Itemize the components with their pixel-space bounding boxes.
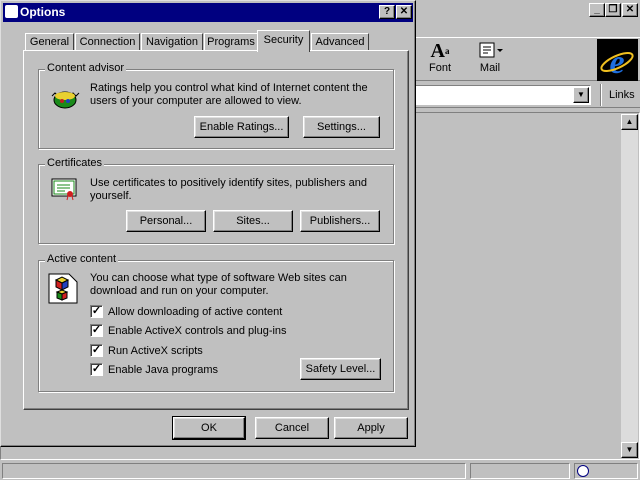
content-advisor-text: Ratings help you control what kind of In… bbox=[90, 82, 368, 107]
enable-ratings-button[interactable]: Enable Ratings... bbox=[194, 116, 289, 138]
ratings-icon bbox=[49, 84, 81, 109]
active-content-title: Active content bbox=[45, 253, 119, 265]
status-pane-main bbox=[2, 463, 466, 479]
ratings-settings-button[interactable]: Settings... bbox=[303, 116, 380, 138]
personal-certificates-button[interactable]: Personal... bbox=[126, 210, 206, 232]
close-window-button[interactable]: ✕ bbox=[622, 3, 638, 17]
allow-downloading-label[interactable]: Allow downloading of active content bbox=[108, 306, 282, 318]
tab-programs[interactable]: Programs bbox=[204, 33, 258, 51]
links-button[interactable]: Links bbox=[609, 89, 635, 101]
help-button[interactable]: ? bbox=[379, 5, 395, 19]
tab-navigation[interactable]: Navigation bbox=[141, 33, 203, 51]
ie-logo-icon: e bbox=[597, 39, 638, 81]
allow-downloading-checkbox[interactable]: ✓ bbox=[90, 305, 103, 318]
enable-activex-label[interactable]: Enable ActiveX controls and plug-ins bbox=[108, 325, 287, 337]
content-advisor-group: Content advisor Ratings help you control… bbox=[38, 62, 394, 149]
dialog-close-button[interactable]: ✕ bbox=[396, 5, 412, 19]
enable-java-label[interactable]: Enable Java programs bbox=[108, 364, 218, 376]
cancel-button[interactable]: Cancel bbox=[255, 417, 329, 439]
status-pane-zone bbox=[574, 463, 638, 479]
tab-security[interactable]: Security bbox=[257, 30, 310, 52]
dialog-title-bar[interactable]: Options ? ✕ bbox=[3, 3, 413, 22]
sites-certificates-button[interactable]: Sites... bbox=[213, 210, 293, 232]
mail-icon bbox=[468, 40, 512, 62]
svg-text:e: e bbox=[609, 44, 624, 81]
active-content-icon bbox=[47, 271, 79, 305]
vertical-scrollbar[interactable] bbox=[621, 114, 638, 458]
mail-button[interactable]: Mail bbox=[468, 40, 512, 80]
run-activex-scripts-checkbox[interactable]: ✓ bbox=[90, 344, 103, 357]
scroll-up-arrow[interactable]: ▲ bbox=[621, 114, 638, 130]
enable-java-checkbox[interactable]: ✓ bbox=[90, 363, 103, 376]
certificate-icon bbox=[51, 177, 79, 201]
tab-advanced[interactable]: Advanced bbox=[311, 33, 369, 51]
status-pane-2 bbox=[470, 463, 570, 479]
mail-label: Mail bbox=[479, 62, 501, 74]
run-activex-scripts-label[interactable]: Run ActiveX scripts bbox=[108, 345, 203, 357]
certificates-group: Certificates Use certificates to positiv… bbox=[38, 157, 394, 244]
zone-icon bbox=[577, 465, 589, 477]
active-content-text: You can choose what type of software Web… bbox=[90, 272, 347, 297]
apply-button[interactable]: Apply bbox=[334, 417, 408, 439]
certificates-title: Certificates bbox=[45, 157, 105, 169]
dialog-title-icon bbox=[5, 5, 18, 18]
content-advisor-title: Content advisor bbox=[45, 62, 127, 74]
minimize-button[interactable]: _ bbox=[589, 3, 605, 17]
font-button[interactable]: Aa Font bbox=[420, 40, 460, 80]
tab-connection[interactable]: Connection bbox=[75, 33, 140, 51]
publishers-button[interactable]: Publishers... bbox=[300, 210, 380, 232]
active-content-group: Active content You can choose what type … bbox=[38, 253, 394, 392]
address-input[interactable] bbox=[414, 85, 591, 105]
active-tab-joiner bbox=[258, 50, 309, 52]
enable-activex-checkbox[interactable]: ✓ bbox=[90, 324, 103, 337]
dialog-title: Options bbox=[20, 5, 66, 19]
font-label: Font bbox=[428, 62, 451, 74]
ok-button[interactable]: OK bbox=[172, 416, 246, 440]
scroll-down-arrow[interactable]: ▼ bbox=[621, 442, 638, 458]
tab-general[interactable]: General bbox=[25, 33, 74, 51]
font-icon: Aa bbox=[430, 40, 450, 62]
restore-button[interactable]: ❐ bbox=[605, 3, 621, 17]
links-separator bbox=[600, 84, 602, 106]
status-bar bbox=[0, 461, 640, 480]
certificates-text: Use certificates to positively identify … bbox=[90, 177, 367, 202]
options-dialog: Options ? ✕ General Connection Navigatio… bbox=[0, 0, 416, 447]
address-dropdown-arrow[interactable]: ▼ bbox=[573, 87, 589, 103]
safety-level-button[interactable]: Safety Level... bbox=[300, 358, 381, 380]
